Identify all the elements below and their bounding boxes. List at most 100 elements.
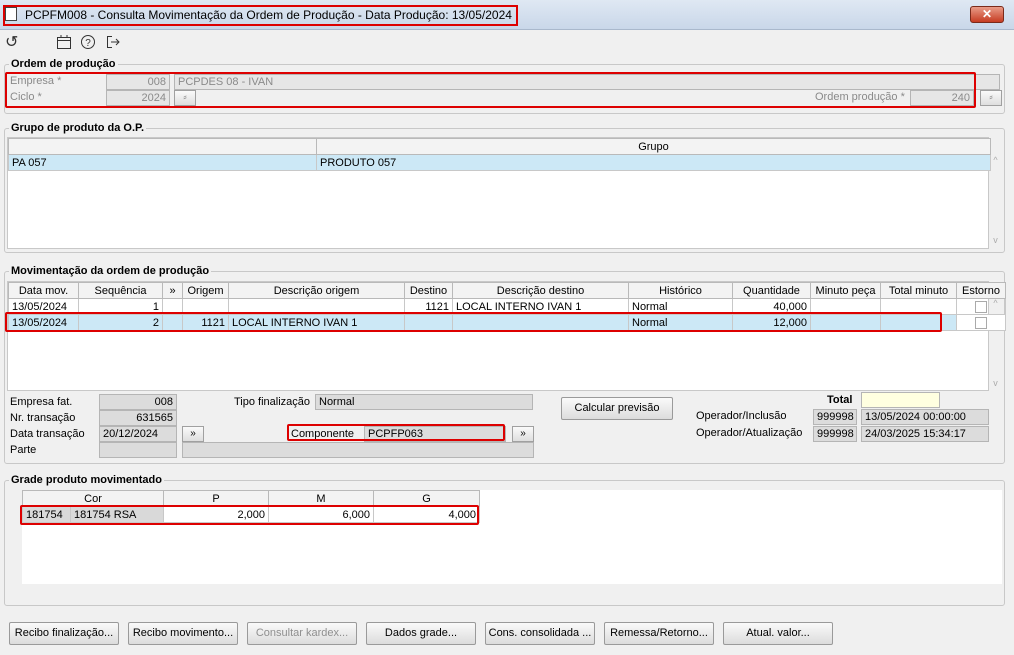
data-transacao-label: Data transação	[10, 428, 85, 440]
cell-data: 13/05/2024	[8, 298, 79, 315]
ciclo-lookup-button[interactable]: ⸗	[174, 90, 196, 106]
empresa-label: Empresa *	[10, 75, 62, 87]
operador-atualizacao-label: Operador/Atualização	[696, 427, 803, 439]
table-row[interactable]: 13/05/2024 1 1121 LOCAL INTERNO IVAN 1 N…	[8, 298, 1006, 315]
ciclo-field[interactable]: 2024	[106, 90, 170, 106]
cell-origem: 1121	[182, 314, 229, 331]
scroll-down-icon[interactable]: v	[988, 235, 1003, 245]
grade-grid: Cor P M G 181754 181754 RSA 2,000 6,000 …	[21, 489, 1003, 585]
recibo-movimento-button[interactable]: Recibo movimento...	[128, 622, 238, 645]
empresa-name-field: PCPDES 08 - IVAN	[174, 74, 1000, 90]
atual-valor-button[interactable]: Atual. valor...	[723, 622, 833, 645]
ciclo-label: Ciclo *	[10, 91, 42, 103]
empresa-fat-field: 008	[99, 394, 177, 410]
total-field	[861, 392, 940, 408]
mov-group-title: Movimentação da ordem de produção	[9, 265, 212, 277]
cell-minuto	[810, 314, 881, 331]
col-descricao-origem[interactable]: Descrição origem	[228, 282, 405, 299]
table-row[interactable]: PA 057 PRODUTO 057	[8, 154, 991, 171]
componente-expand-button[interactable]: »	[512, 426, 534, 442]
cell-quantidade: 12,000	[732, 314, 811, 331]
cell-quantidade: 40,000	[732, 298, 811, 315]
estorno-checkbox[interactable]	[975, 316, 987, 329]
col-total-minuto[interactable]: Total minuto	[880, 282, 957, 299]
svg-text:?: ?	[85, 38, 91, 49]
cell-historico: Normal	[628, 314, 733, 331]
consultar-kardex-button[interactable]: Consultar kardex...	[247, 622, 357, 645]
cell-historico: Normal	[628, 298, 733, 315]
cons-consolidada-button[interactable]: Cons. consolidada ...	[485, 622, 595, 645]
col-data-mov[interactable]: Data mov.	[8, 282, 79, 299]
close-button[interactable]: ✕	[970, 6, 1004, 23]
dados-grade-button[interactable]: Dados grade...	[366, 622, 476, 645]
mov-grid: Data mov. Sequência » Origem Descrição o…	[7, 281, 1006, 391]
col-m[interactable]: M	[268, 490, 375, 507]
operador-inclusao-date: 13/05/2024 00:00:00	[861, 409, 989, 425]
operador-inclusao-label: Operador/Inclusão	[696, 410, 787, 422]
grade-group-title: Grade produto movimentado	[9, 474, 164, 486]
cell-desc-origem: LOCAL INTERNO IVAN 1	[228, 314, 405, 331]
grade-cor-cell: 181754 RSA	[69, 506, 165, 523]
grade-code-cell: 181754	[22, 506, 71, 523]
operador-atualizacao-date: 24/03/2025 15:34:17	[861, 426, 989, 442]
cell-destino: 1121	[404, 298, 453, 315]
cell-origem	[182, 298, 229, 315]
calcular-previsao-button[interactable]: Calcular previsão	[561, 397, 673, 420]
grade-g-cell[interactable]: 4,000	[373, 506, 481, 523]
col-historico[interactable]: Histórico	[628, 282, 733, 299]
parte-desc-field	[182, 442, 534, 458]
cell-total	[880, 314, 957, 331]
empresa-fat-label: Empresa fat.	[10, 396, 73, 408]
cell-desc-destino: LOCAL INTERNO IVAN 1	[452, 298, 629, 315]
undo-icon[interactable]: ↺	[5, 34, 18, 52]
col-expand[interactable]: »	[162, 282, 183, 299]
total-label: Total	[827, 394, 853, 406]
col-p[interactable]: P	[163, 490, 270, 507]
data-transacao-field: 20/12/2024	[99, 426, 177, 442]
grupo-group-title: Grupo de produto da O.P.	[9, 122, 147, 134]
operador-atualizacao-code: 999998	[813, 426, 857, 442]
scroll-down-icon[interactable]: v	[988, 378, 1003, 388]
remessa-retorno-button[interactable]: Remessa/Retorno...	[604, 622, 714, 645]
grupo-header: Grupo	[316, 138, 991, 155]
cell-seq: 1	[78, 298, 163, 315]
nr-transacao-field: 631565	[99, 410, 177, 426]
grade-p-cell[interactable]: 2,000	[163, 506, 270, 523]
title-bar: PCPFM008 - Consulta Movimentação da Orde…	[0, 0, 1014, 30]
col-cor[interactable]: Cor	[21, 490, 165, 507]
col-minuto-peca[interactable]: Minuto peça	[810, 282, 881, 299]
grupo-code-cell: PA 057	[8, 154, 317, 171]
help-icon[interactable]: ?	[80, 34, 96, 55]
col-descricao-destino[interactable]: Descrição destino	[452, 282, 629, 299]
cell-seq: 2	[78, 314, 163, 331]
grupo-grid: Grupo PA 057 PRODUTO 057	[7, 137, 991, 249]
col-origem[interactable]: Origem	[182, 282, 229, 299]
col-g[interactable]: G	[373, 490, 481, 507]
cell-data: 13/05/2024	[8, 314, 79, 331]
col-destino[interactable]: Destino	[404, 282, 453, 299]
col-sequencia[interactable]: Sequência	[78, 282, 163, 299]
window-title: PCPFM008 - Consulta Movimentação da Orde…	[3, 5, 518, 26]
expand-button[interactable]: »	[182, 426, 204, 442]
table-row[interactable]: 181754 181754 RSA 2,000 6,000 4,000	[22, 506, 481, 523]
empresa-code-field[interactable]: 008	[106, 74, 170, 90]
ordem-producao-field[interactable]: 240	[910, 90, 974, 106]
ordem-lookup-button[interactable]: ⸗	[980, 90, 1002, 106]
recibo-finalizacao-button[interactable]: Recibo finalização...	[9, 622, 119, 645]
col-quantidade[interactable]: Quantidade	[732, 282, 811, 299]
grade-m-cell[interactable]: 6,000	[268, 506, 375, 523]
parte-label: Parte	[10, 444, 37, 456]
tipo-finalizacao-field: Normal	[315, 394, 533, 410]
grupo-name-cell: PRODUTO 057	[316, 154, 991, 171]
operador-inclusao-code: 999998	[813, 409, 857, 425]
col-estorno[interactable]: Estorno	[956, 282, 1006, 299]
cell-desc-destino	[452, 314, 629, 331]
scroll-up-icon[interactable]: ^	[988, 155, 1003, 165]
estorno-checkbox[interactable]	[975, 300, 987, 313]
table-row[interactable]: 13/05/2024 2 1121 LOCAL INTERNO IVAN 1 N…	[8, 314, 1006, 331]
componente-label: Componente	[291, 428, 354, 440]
exit-icon[interactable]	[105, 34, 121, 55]
tipo-finalizacao-label: Tipo finalização	[234, 396, 311, 408]
calendar-icon[interactable]	[56, 34, 72, 55]
scroll-up-icon[interactable]: ^	[988, 298, 1003, 308]
